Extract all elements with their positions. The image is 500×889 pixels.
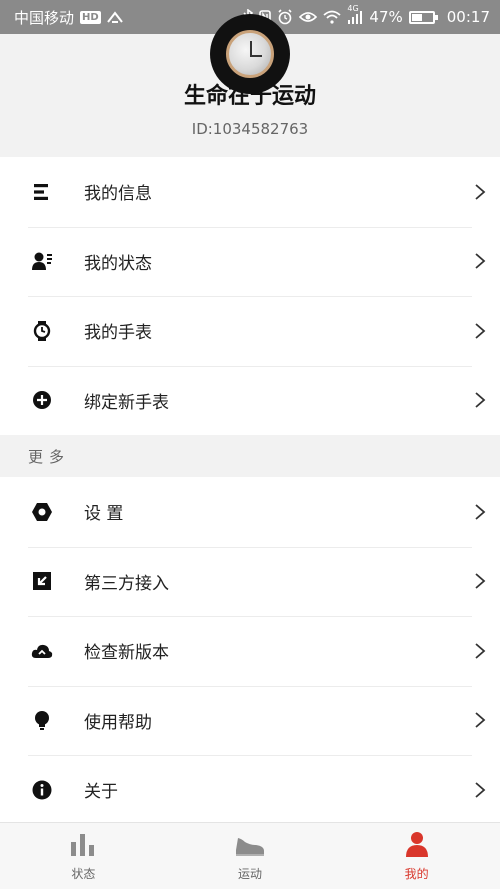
tab-label: 状态 xyxy=(71,867,96,881)
signal-alert-icon xyxy=(106,11,123,23)
eye-icon xyxy=(299,11,318,23)
tab-status[interactable]: 状态 xyxy=(0,823,167,889)
menu-label: 我的状态 xyxy=(84,253,152,274)
bar-chart-icon xyxy=(67,830,99,861)
cloud-icon xyxy=(0,640,84,662)
profile-id: ID:1034582763 xyxy=(191,120,309,138)
plus-circle-icon xyxy=(0,389,84,411)
bulb-icon xyxy=(0,709,84,731)
menu-label: 设 置 xyxy=(84,504,124,525)
battery-icon xyxy=(408,10,438,24)
chevron-right-icon xyxy=(460,572,500,590)
tab-label: 运动 xyxy=(238,867,263,881)
third-party-icon xyxy=(0,570,84,592)
list-icon xyxy=(0,181,84,203)
battery-level-fill xyxy=(411,13,423,21)
chevron-right-icon xyxy=(460,781,500,799)
info-icon xyxy=(0,779,84,801)
menu-more: 设 置 第三方接入 检查新版本 使用帮助 关于 xyxy=(0,477,500,825)
chevron-right-icon xyxy=(460,183,500,201)
chevron-right-icon xyxy=(460,503,500,521)
avatar[interactable] xyxy=(210,14,290,94)
menu-item-my-status[interactable]: 我的状态 xyxy=(0,226,500,297)
profile-header: 生命在于运动 ID:1034582763 xyxy=(0,14,500,157)
settings-hex-icon xyxy=(0,501,84,523)
menu-item-check-update[interactable]: 检查新版本 xyxy=(0,616,500,686)
watch-icon xyxy=(0,320,84,342)
wifi-icon xyxy=(323,10,342,24)
tab-mine[interactable]: 我的 xyxy=(333,823,500,889)
menu-item-third-party[interactable]: 第三方接入 xyxy=(0,546,500,617)
tab-sport[interactable]: 运动 xyxy=(167,823,334,889)
menu-item-about[interactable]: 关于 xyxy=(0,755,500,825)
watch-photo xyxy=(226,30,274,78)
battery-percent: 47% xyxy=(369,8,403,26)
chevron-right-icon xyxy=(460,252,500,270)
clock: 00:17 xyxy=(446,8,490,26)
chevron-right-icon xyxy=(460,711,500,729)
menu-top: 我的信息 我的状态 我的手表 绑定新手表 xyxy=(0,157,500,435)
section-header-more: 更多 xyxy=(0,435,500,477)
carrier-label: 中国移动 xyxy=(14,8,75,27)
menu-label: 检查新版本 xyxy=(84,643,169,664)
person-icon xyxy=(401,830,433,861)
menu-item-my-info[interactable]: 我的信息 xyxy=(0,157,500,227)
network-type-label: 4G xyxy=(347,4,359,13)
chevron-right-icon xyxy=(460,322,500,340)
menu-item-settings[interactable]: 设 置 xyxy=(0,477,500,547)
alarm-icon xyxy=(277,9,293,25)
menu-label: 关于 xyxy=(84,782,118,803)
bottom-tab-bar: 状态 运动 我的 xyxy=(0,822,500,889)
user-status-icon xyxy=(0,250,84,272)
menu-label: 使用帮助 xyxy=(84,712,152,733)
tab-label: 我的 xyxy=(404,867,429,881)
menu-label: 我的信息 xyxy=(84,184,152,205)
menu-label: 绑定新手表 xyxy=(84,392,169,413)
chevron-right-icon xyxy=(460,391,500,409)
menu-item-help[interactable]: 使用帮助 xyxy=(0,685,500,756)
menu-item-my-watch[interactable]: 我的手表 xyxy=(0,296,500,366)
shoe-icon xyxy=(234,830,266,861)
menu-item-bind-watch[interactable]: 绑定新手表 xyxy=(0,365,500,436)
menu-label: 我的手表 xyxy=(84,323,152,344)
menu-label: 第三方接入 xyxy=(84,573,169,594)
chevron-right-icon xyxy=(460,642,500,660)
hd-badge: HD xyxy=(80,10,101,24)
cell-signal-icon: 4G xyxy=(347,4,363,24)
